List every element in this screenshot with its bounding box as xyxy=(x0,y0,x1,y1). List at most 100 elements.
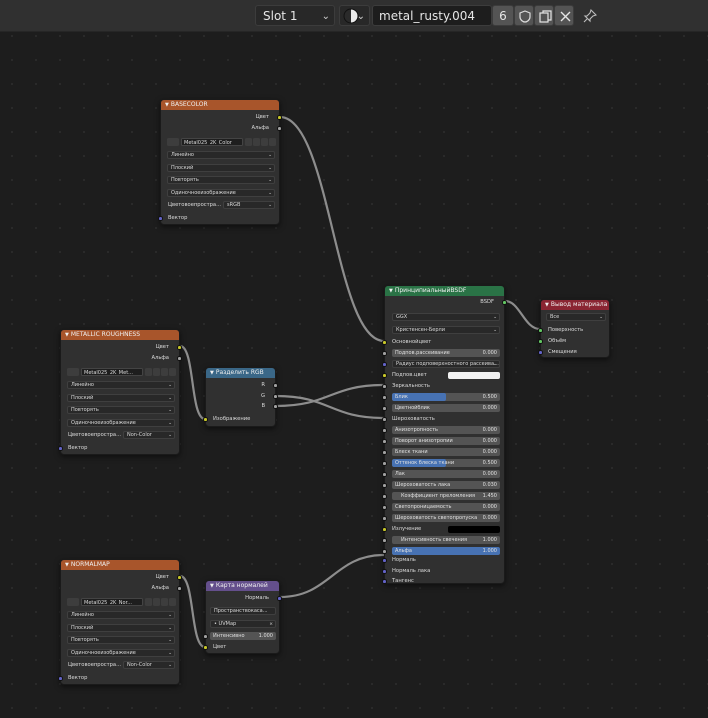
space-dropdown[interactable]: Пространствокаса... xyxy=(210,607,276,615)
emission-color-swatch[interactable] xyxy=(448,526,500,533)
output-normal-socket[interactable] xyxy=(277,596,282,601)
input-clearcoat-socket[interactable] xyxy=(382,472,387,477)
duplicate-material-button[interactable] xyxy=(534,5,554,26)
colorspace-dropdown[interactable]: sRGB ⌄ xyxy=(223,201,275,209)
interpolation-dropdown[interactable]: Линейно ⌄ xyxy=(167,151,275,159)
image-texture-node-roughness[interactable]: ▼ METALLIC ROUGHNESS Цвет Альфа Metal025_… xyxy=(58,329,182,455)
output-target-dropdown[interactable]: Все ⌄ xyxy=(546,313,606,321)
normal-map-node[interactable]: ▼ Карта нормалей Нормаль Пространствокаса… xyxy=(203,580,282,654)
extension-dropdown[interactable]: Повторять ⌄ xyxy=(67,406,175,414)
input-sheen-socket[interactable] xyxy=(382,450,387,455)
subsurface-field[interactable]: Подпов.рассеивание 0.000 xyxy=(392,349,500,357)
anisotropic-rotation-field[interactable]: Поворот анизотропии 0.000 xyxy=(392,437,500,445)
open-folder-icon[interactable] xyxy=(161,598,168,606)
node-header[interactable]: ▼ Разделить RGB xyxy=(206,368,275,378)
input-image-socket[interactable] xyxy=(203,417,208,422)
input-clearcoat-roughness-socket[interactable] xyxy=(382,483,387,488)
collapse-arrow-icon[interactable]: ▼ xyxy=(65,332,69,338)
interpolation-dropdown[interactable]: Линейно ⌄ xyxy=(67,381,175,389)
separate-rgb-node[interactable]: ▼ Разделить RGB R G B Изображение xyxy=(203,367,278,427)
strength-field[interactable]: Интенсивно 1.000 xyxy=(210,632,276,640)
node-header[interactable]: ▼ Вывод материала xyxy=(541,300,609,310)
sheen-tint-slider[interactable]: Оттенок блеска ткани 0.500 xyxy=(392,459,500,467)
duplicate-icon[interactable] xyxy=(153,598,160,606)
specular-tint-field[interactable]: Цветнойблик 0.000 xyxy=(392,404,500,412)
projection-dropdown[interactable]: Плоский ⌄ xyxy=(167,164,275,172)
ior-field[interactable]: Коэффициент преломления 1.450 xyxy=(392,492,500,500)
image-texture-node-basecolor[interactable]: ▼ BASECOLOR Цвет Альфа Metal025_2K_Color … xyxy=(158,99,282,225)
input-tangent-socket[interactable] xyxy=(382,579,387,584)
input-ior-socket[interactable] xyxy=(382,494,387,499)
collapse-arrow-icon[interactable]: ▼ xyxy=(210,370,214,376)
extension-dropdown[interactable]: Повторять ⌄ xyxy=(67,636,175,644)
colorspace-dropdown[interactable]: Non-Color ⌄ xyxy=(123,661,175,669)
output-bsdf-socket[interactable] xyxy=(502,300,507,305)
colorspace-dropdown[interactable]: Non-Color ⌄ xyxy=(123,431,175,439)
output-alpha-socket[interactable] xyxy=(177,356,182,361)
input-transmission-roughness-socket[interactable] xyxy=(382,516,387,521)
close-icon[interactable]: × xyxy=(269,621,273,627)
fake-user-icon[interactable] xyxy=(145,368,152,376)
clearcoat-field[interactable]: Лак 0.000 xyxy=(392,470,500,478)
material-output-node[interactable]: ▼ Вывод материала Все ⌄ Поверхность Объём … xyxy=(538,299,610,358)
input-anisotropic-socket[interactable] xyxy=(382,428,387,433)
image-name[interactable]: Metal025_2K_Met... xyxy=(81,368,143,376)
image-name[interactable]: Metal025_2K_Nor... xyxy=(81,598,143,606)
unlink-material-button[interactable] xyxy=(554,5,574,26)
sheen-field[interactable]: Блеск ткани 0.000 xyxy=(392,448,500,456)
input-base-color-socket[interactable] xyxy=(382,340,387,345)
close-icon[interactable] xyxy=(169,598,176,606)
fake-user-icon[interactable] xyxy=(145,598,152,606)
input-clearcoat-normal-socket[interactable] xyxy=(382,569,387,574)
input-sheen-tint-socket[interactable] xyxy=(382,461,387,466)
user-count-button[interactable]: 6 xyxy=(492,5,514,26)
input-roughness-socket[interactable] xyxy=(382,417,387,422)
clearcoat-roughness-field[interactable]: Шероховатость лака 0.030 xyxy=(392,481,500,489)
output-r-socket[interactable] xyxy=(273,383,278,388)
collapse-arrow-icon[interactable]: ▼ xyxy=(165,102,169,108)
output-alpha-socket[interactable] xyxy=(277,126,282,131)
subsurface-method-dropdown[interactable]: Кристенсен-Берли ⌄ xyxy=(392,326,500,334)
close-icon[interactable] xyxy=(269,138,276,146)
image-selector[interactable]: Metal025_2K_Nor... xyxy=(67,598,176,606)
uvmap-field[interactable]: • UVMap × xyxy=(210,620,276,628)
projection-dropdown[interactable]: Плоский ⌄ xyxy=(67,624,175,632)
input-vector-socket[interactable] xyxy=(58,446,63,451)
collapse-arrow-icon[interactable]: ▼ xyxy=(65,562,69,568)
input-anisotropic-rotation-socket[interactable] xyxy=(382,439,387,444)
input-subsurface-socket[interactable] xyxy=(382,351,387,356)
fake-user-icon[interactable] xyxy=(245,138,252,146)
image-texture-node-normalmap[interactable]: ▼ NORMALMAP Цвет Альфа Metal025_2K_Nor...… xyxy=(58,559,182,685)
transmission-field[interactable]: Светопроницаемость 0.000 xyxy=(392,503,500,511)
alpha-slider[interactable]: Альфа 1.000 xyxy=(392,547,500,555)
input-strength-socket[interactable] xyxy=(203,634,208,639)
slot-dropdown[interactable]: Slot 1 ⌄ xyxy=(255,5,335,26)
image-browse-icon[interactable] xyxy=(67,368,79,376)
open-folder-icon[interactable] xyxy=(261,138,268,146)
image-selector[interactable]: Metal025_2K_Color xyxy=(167,138,276,146)
interpolation-dropdown[interactable]: Линейно ⌄ xyxy=(67,611,175,619)
projection-dropdown[interactable]: Плоский ⌄ xyxy=(67,394,175,402)
node-header[interactable]: ▼ METALLIC ROUGHNESS xyxy=(61,330,179,340)
input-surface-socket[interactable] xyxy=(538,328,543,333)
node-header[interactable]: ▼ Карта нормалей xyxy=(206,581,279,591)
principled-bsdf-node[interactable]: ▼ ПринципиальныйBSDF BSDF GGX ⌄ Кристенсен… xyxy=(382,285,507,584)
node-header[interactable]: ▼ NORMALMAP xyxy=(61,560,179,570)
image-name[interactable]: Metal025_2K_Color xyxy=(181,138,243,146)
output-g-socket[interactable] xyxy=(273,394,278,399)
input-displacement-socket[interactable] xyxy=(538,350,543,355)
collapse-arrow-icon[interactable]: ▼ xyxy=(545,302,549,308)
collapse-arrow-icon[interactable]: ▼ xyxy=(210,583,214,589)
transmission-roughness-field[interactable]: Шероховатость светопропуска 0.000 xyxy=(392,514,500,522)
input-specular-tint-socket[interactable] xyxy=(382,406,387,411)
collapse-arrow-icon[interactable]: ▼ xyxy=(389,288,393,294)
input-subsurface-radius-socket[interactable] xyxy=(382,362,387,367)
input-normal-socket[interactable] xyxy=(382,558,387,563)
material-name-field[interactable]: metal_rusty.004 xyxy=(372,5,492,26)
source-dropdown[interactable]: Одиночноеизображение ⌄ xyxy=(67,419,175,427)
output-color-socket[interactable] xyxy=(177,345,182,350)
duplicate-icon[interactable] xyxy=(153,368,160,376)
output-color-socket[interactable] xyxy=(277,115,282,120)
input-vector-socket[interactable] xyxy=(158,216,163,221)
fake-user-button[interactable] xyxy=(514,5,534,26)
